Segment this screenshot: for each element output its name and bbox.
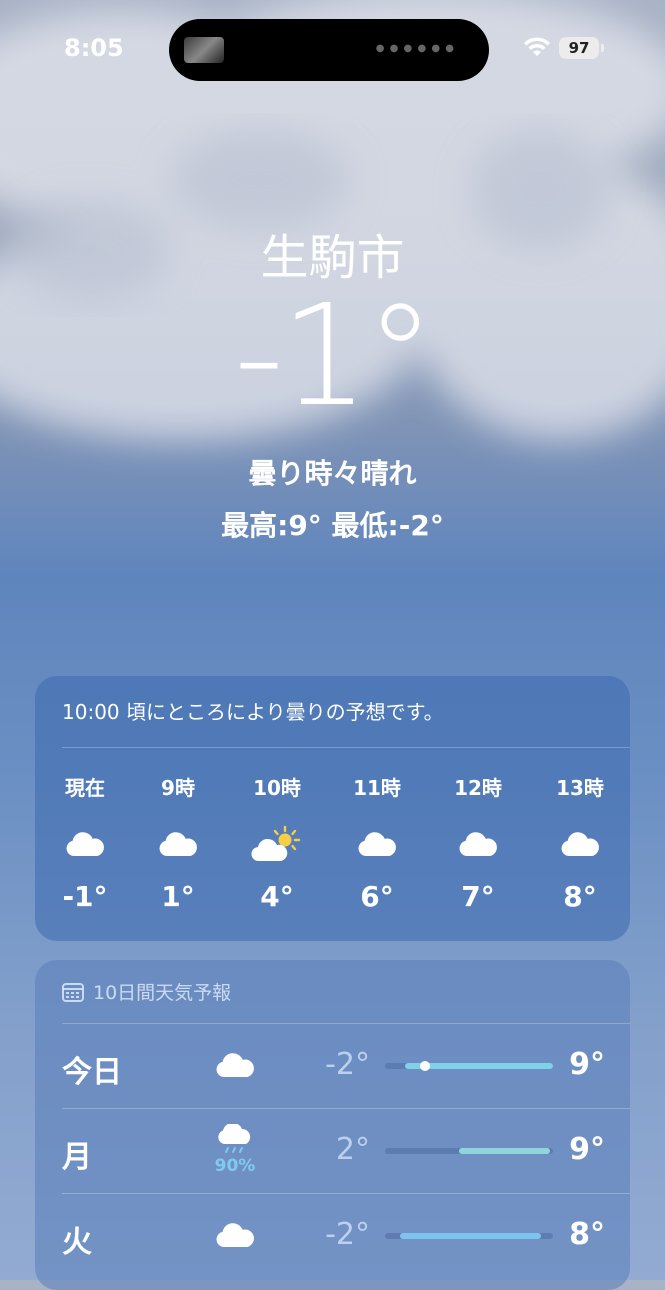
precipitation-chance: 90% bbox=[214, 1156, 256, 1176]
hour-temperature: -1° bbox=[62, 880, 108, 913]
cloud-icon bbox=[332, 814, 422, 874]
cloud-icon bbox=[133, 814, 223, 874]
day-name: 月 bbox=[62, 1140, 92, 1175]
hourly-forecast-card[interactable]: 10:00 頃にところにより曇りの予想です。 現在 -1° 9時 1° 10時 … bbox=[35, 676, 630, 941]
status-time: 8:05 bbox=[64, 34, 124, 62]
cloud-icon bbox=[40, 814, 130, 874]
ten-day-forecast-card[interactable]: 10日間天気予報 今日 -2° 9° 月 90% 2° 9° 火 -2° 8° bbox=[35, 960, 630, 1290]
temperature-range-bar bbox=[385, 1148, 553, 1154]
day-row[interactable]: 火 -2° 8° bbox=[35, 1193, 630, 1278]
temperature-range-fill bbox=[400, 1233, 542, 1239]
hour-temperature: 8° bbox=[563, 880, 597, 913]
hour-label: 13時 bbox=[556, 776, 604, 800]
day-row[interactable]: 月 90% 2° 9° bbox=[35, 1108, 630, 1193]
hour-column: 13時 8° bbox=[535, 772, 625, 913]
hour-column: 11時 6° bbox=[332, 772, 422, 913]
now-playing-artwork[interactable] bbox=[184, 37, 224, 63]
forecast-summary: 10:00 頃にところにより曇りの予想です。 bbox=[62, 700, 444, 724]
cloud-icon bbox=[195, 1205, 275, 1265]
hour-temperature: 1° bbox=[161, 880, 195, 913]
day-high-temp: 9° bbox=[569, 1132, 605, 1167]
wifi-icon bbox=[524, 37, 550, 56]
hour-temperature: 4° bbox=[260, 880, 294, 913]
day-low-temp: 2° bbox=[335, 1132, 370, 1167]
partly-sunny-icon bbox=[232, 814, 322, 874]
day-low-temp: -2° bbox=[325, 1047, 370, 1082]
hour-label: 11時 bbox=[353, 776, 401, 800]
hour-label: 10時 bbox=[253, 776, 301, 800]
card-divider bbox=[62, 747, 630, 748]
hour-temperature: 7° bbox=[461, 880, 495, 913]
hour-column: 現在 -1° bbox=[40, 772, 130, 913]
hour-temperature: 6° bbox=[360, 880, 394, 913]
high-low-temperature: 最高:9° 最低:-2° bbox=[221, 509, 444, 542]
temperature-range-bar bbox=[385, 1233, 553, 1239]
cloud-icon bbox=[535, 814, 625, 874]
day-low-temp: -2° bbox=[325, 1217, 370, 1252]
ten-day-header: 10日間天気予報 bbox=[62, 978, 231, 1005]
hour-label: 12時 bbox=[454, 776, 502, 800]
day-name: 今日 bbox=[62, 1055, 122, 1090]
day-high-temp: 8° bbox=[569, 1217, 605, 1252]
dynamic-island[interactable]: ● ● ● ● ● ● bbox=[169, 19, 489, 81]
battery-tip bbox=[601, 44, 604, 52]
battery-indicator: 97 bbox=[559, 37, 599, 59]
day-name: 火 bbox=[62, 1225, 92, 1260]
current-temp-marker bbox=[420, 1061, 431, 1071]
temperature-range-bar bbox=[385, 1061, 553, 1071]
cloud-icon bbox=[195, 1035, 275, 1095]
hour-label: 現在 bbox=[65, 776, 105, 800]
day-row[interactable]: 今日 -2° 9° bbox=[35, 1023, 630, 1108]
island-activity-indicator: ● ● ● ● ● ● bbox=[375, 43, 455, 54]
weather-condition: 曇り時々晴れ bbox=[248, 457, 417, 490]
current-temperature: -1° bbox=[233, 275, 436, 438]
cloud-icon bbox=[433, 814, 523, 874]
hour-column: 12時 7° bbox=[433, 772, 523, 913]
hour-column: 10時 4° bbox=[232, 772, 322, 913]
temperature-range-fill bbox=[458, 1148, 550, 1154]
rain-cloud-icon: 90% bbox=[195, 1120, 275, 1180]
hour-column: 9時 1° bbox=[133, 772, 223, 913]
ten-day-header-label: 10日間天気予報 bbox=[93, 982, 232, 1004]
hour-label: 9時 bbox=[161, 776, 195, 800]
day-high-temp: 9° bbox=[569, 1047, 605, 1082]
calendar-icon bbox=[62, 982, 84, 1002]
